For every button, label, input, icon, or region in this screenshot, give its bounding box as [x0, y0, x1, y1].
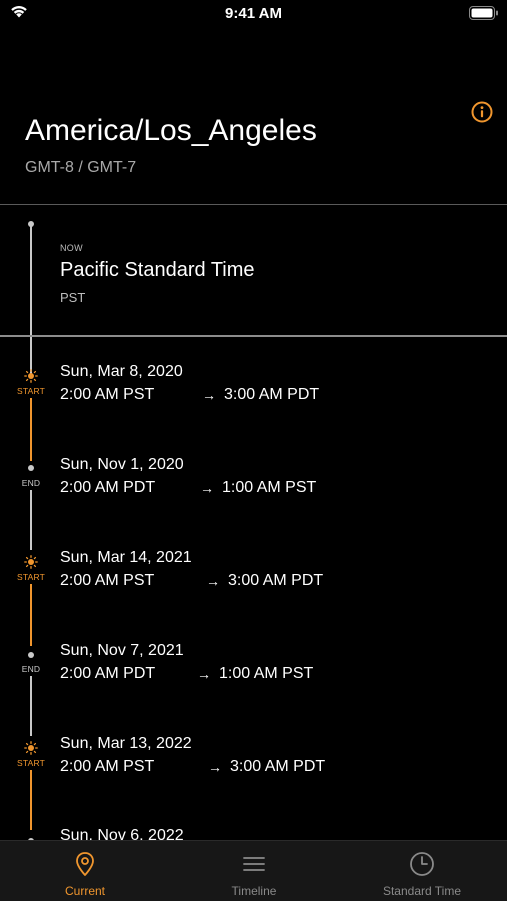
tab-current[interactable]: Current [20, 841, 150, 901]
arrow-right-icon: → [208, 759, 222, 775]
header-divider [0, 204, 507, 205]
tab-timeline[interactable]: Timeline [189, 841, 319, 901]
sun-icon [24, 369, 38, 383]
list-lines-icon [243, 857, 265, 871]
timezone-offset: GMT-8 / GMT-7 [25, 159, 137, 176]
transition-to: 3:00 AM PDT [228, 572, 324, 589]
timeline-line-std [30, 676, 32, 736]
arrow-right-icon: → [197, 666, 211, 682]
transition-from: 2:00 AM PDT [60, 479, 156, 496]
transition-type-label: START [16, 386, 46, 396]
timezone-title: America/Los_Angeles [25, 114, 317, 147]
arrow-right-icon: → [200, 480, 214, 496]
timeline-line-dst [30, 398, 32, 461]
now-divider [0, 335, 507, 337]
transition-to: 1:00 AM PST [219, 665, 314, 682]
transition-from: 2:00 AM PDT [60, 665, 156, 682]
tab-label: Current [64, 884, 105, 898]
current-timezone-name: Pacific Standard Time [60, 259, 255, 281]
tab-bar: Current Timeline Standard Time [0, 840, 507, 901]
timeline-line-std [30, 490, 32, 550]
transition-from: 2:00 AM PST [60, 758, 155, 775]
transition-date: Sun, Nov 1, 2020 [60, 456, 184, 473]
sun-icon [24, 555, 38, 569]
transition-date: Sun, Mar 14, 2021 [60, 549, 192, 566]
transition-to: 3:00 AM PDT [230, 758, 326, 775]
timeline-line-now [30, 224, 32, 374]
sun-icon [24, 741, 38, 755]
transition-to: 3:00 AM PDT [224, 386, 320, 403]
transition-to: 1:00 AM PST [222, 479, 317, 496]
transition-from: 2:00 AM PST [60, 386, 155, 403]
now-label: NOW [60, 243, 83, 253]
transition-type-label: START [16, 758, 46, 768]
timeline-line-dst [30, 584, 32, 646]
timeline-dot [28, 465, 34, 471]
status-time: 9:41 AM [225, 5, 282, 22]
timeline-dot-now [28, 221, 34, 227]
tab-label: Standard Time [382, 884, 462, 898]
arrow-right-icon: → [206, 573, 220, 589]
tab-standard-time[interactable]: Standard Time [352, 841, 492, 901]
current-timezone-abbr: PST [60, 290, 86, 305]
transition-from: 2:00 AM PST [60, 572, 155, 589]
transition-date: Sun, Mar 8, 2020 [60, 363, 183, 380]
location-pin-icon [76, 852, 94, 876]
transition-date: Sun, Mar 13, 2022 [60, 735, 192, 752]
transition-type-label: START [16, 572, 46, 582]
status-bar: 9:41 AM [0, 0, 507, 28]
battery-icon [469, 6, 498, 20]
clock-icon [410, 852, 434, 876]
timeline-line-dst [30, 770, 32, 830]
transition-date: Sun, Nov 7, 2021 [60, 642, 184, 659]
transition-type-label: END [21, 664, 41, 674]
timeline-dot [28, 652, 34, 658]
info-icon[interactable] [471, 101, 493, 123]
transition-type-label: END [21, 478, 41, 488]
tab-label: Timeline [231, 884, 277, 898]
arrow-right-icon: → [202, 387, 216, 403]
